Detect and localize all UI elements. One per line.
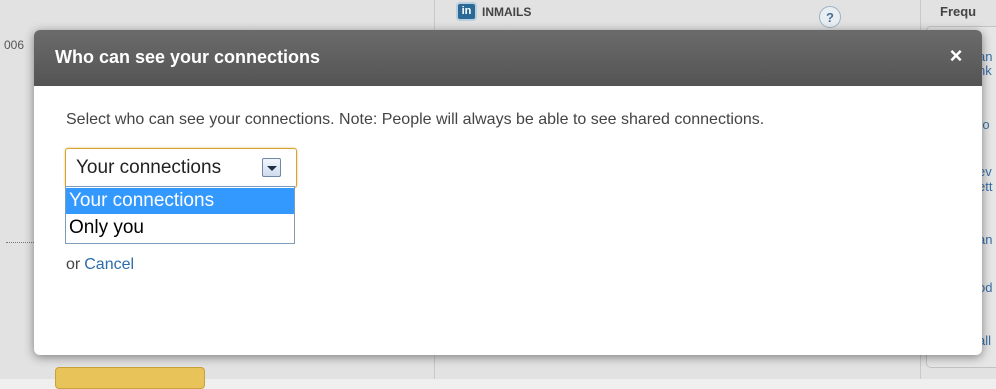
- cancel-row: or Cancel: [66, 256, 134, 274]
- cancel-link[interactable]: Cancel: [84, 256, 134, 273]
- right-column-header: Frequ: [940, 4, 977, 19]
- close-icon[interactable]: ×: [945, 42, 967, 70]
- chevron-down-icon[interactable]: [262, 158, 281, 177]
- help-icon: ?: [819, 6, 841, 28]
- background-dotted-divider: [6, 242, 36, 243]
- dialog-header: Who can see your connections ×: [34, 30, 982, 86]
- linkedin-icon: in: [458, 4, 475, 19]
- connections-visibility-dialog: Who can see your connections × Select wh…: [34, 30, 982, 355]
- dialog-note: Select who can see your connections. Not…: [66, 111, 765, 128]
- visibility-select-value: Your connections: [76, 157, 222, 178]
- dialog-title: Who can see your connections: [55, 47, 321, 67]
- inmails-label: INMAILS: [482, 4, 532, 19]
- background-button: [55, 367, 205, 389]
- cancel-prefix: or: [66, 256, 81, 273]
- inmails-header: in INMAILS: [458, 4, 531, 19]
- background-fragment-text: 006: [4, 38, 25, 52]
- dropdown-option-your-connections[interactable]: Your connections: [66, 188, 294, 214]
- visibility-dropdown-list: Your connections Only you: [65, 186, 295, 244]
- dropdown-option-only-you[interactable]: Only you: [66, 215, 294, 241]
